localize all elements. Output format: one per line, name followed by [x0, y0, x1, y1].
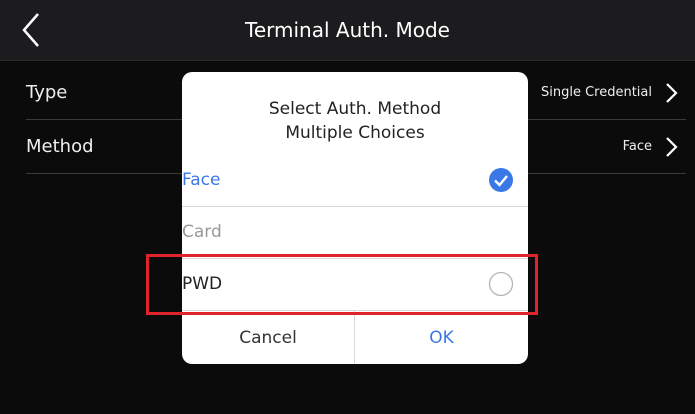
- dialog-buttons: Cancel OK: [182, 310, 528, 364]
- option-face-label: Face: [182, 170, 221, 190]
- type-label: Type: [26, 82, 68, 103]
- method-label: Method: [26, 136, 94, 157]
- ok-button[interactable]: OK: [355, 311, 528, 364]
- dialog-title: Select Auth. Method: [268, 99, 442, 119]
- chevron-right-icon: [666, 137, 678, 157]
- option-face[interactable]: Face: [182, 154, 528, 207]
- method-value: Face: [622, 139, 652, 154]
- chevron-right-icon: [666, 83, 678, 103]
- dialog-subtitle: Multiple Choices: [285, 123, 425, 143]
- check-circle-icon[interactable]: [488, 167, 514, 193]
- option-card-label: Card: [182, 222, 222, 242]
- option-card[interactable]: Card: [182, 206, 528, 259]
- highlight-box: [146, 254, 538, 315]
- type-value: Single Credential: [540, 85, 652, 100]
- cancel-button[interactable]: Cancel: [182, 311, 355, 364]
- auth-method-dialog: Select Auth. Method Multiple Choices Fac…: [182, 72, 528, 364]
- header-bar: Terminal Auth. Mode: [0, 0, 695, 61]
- page-title: Terminal Auth. Mode: [245, 18, 450, 42]
